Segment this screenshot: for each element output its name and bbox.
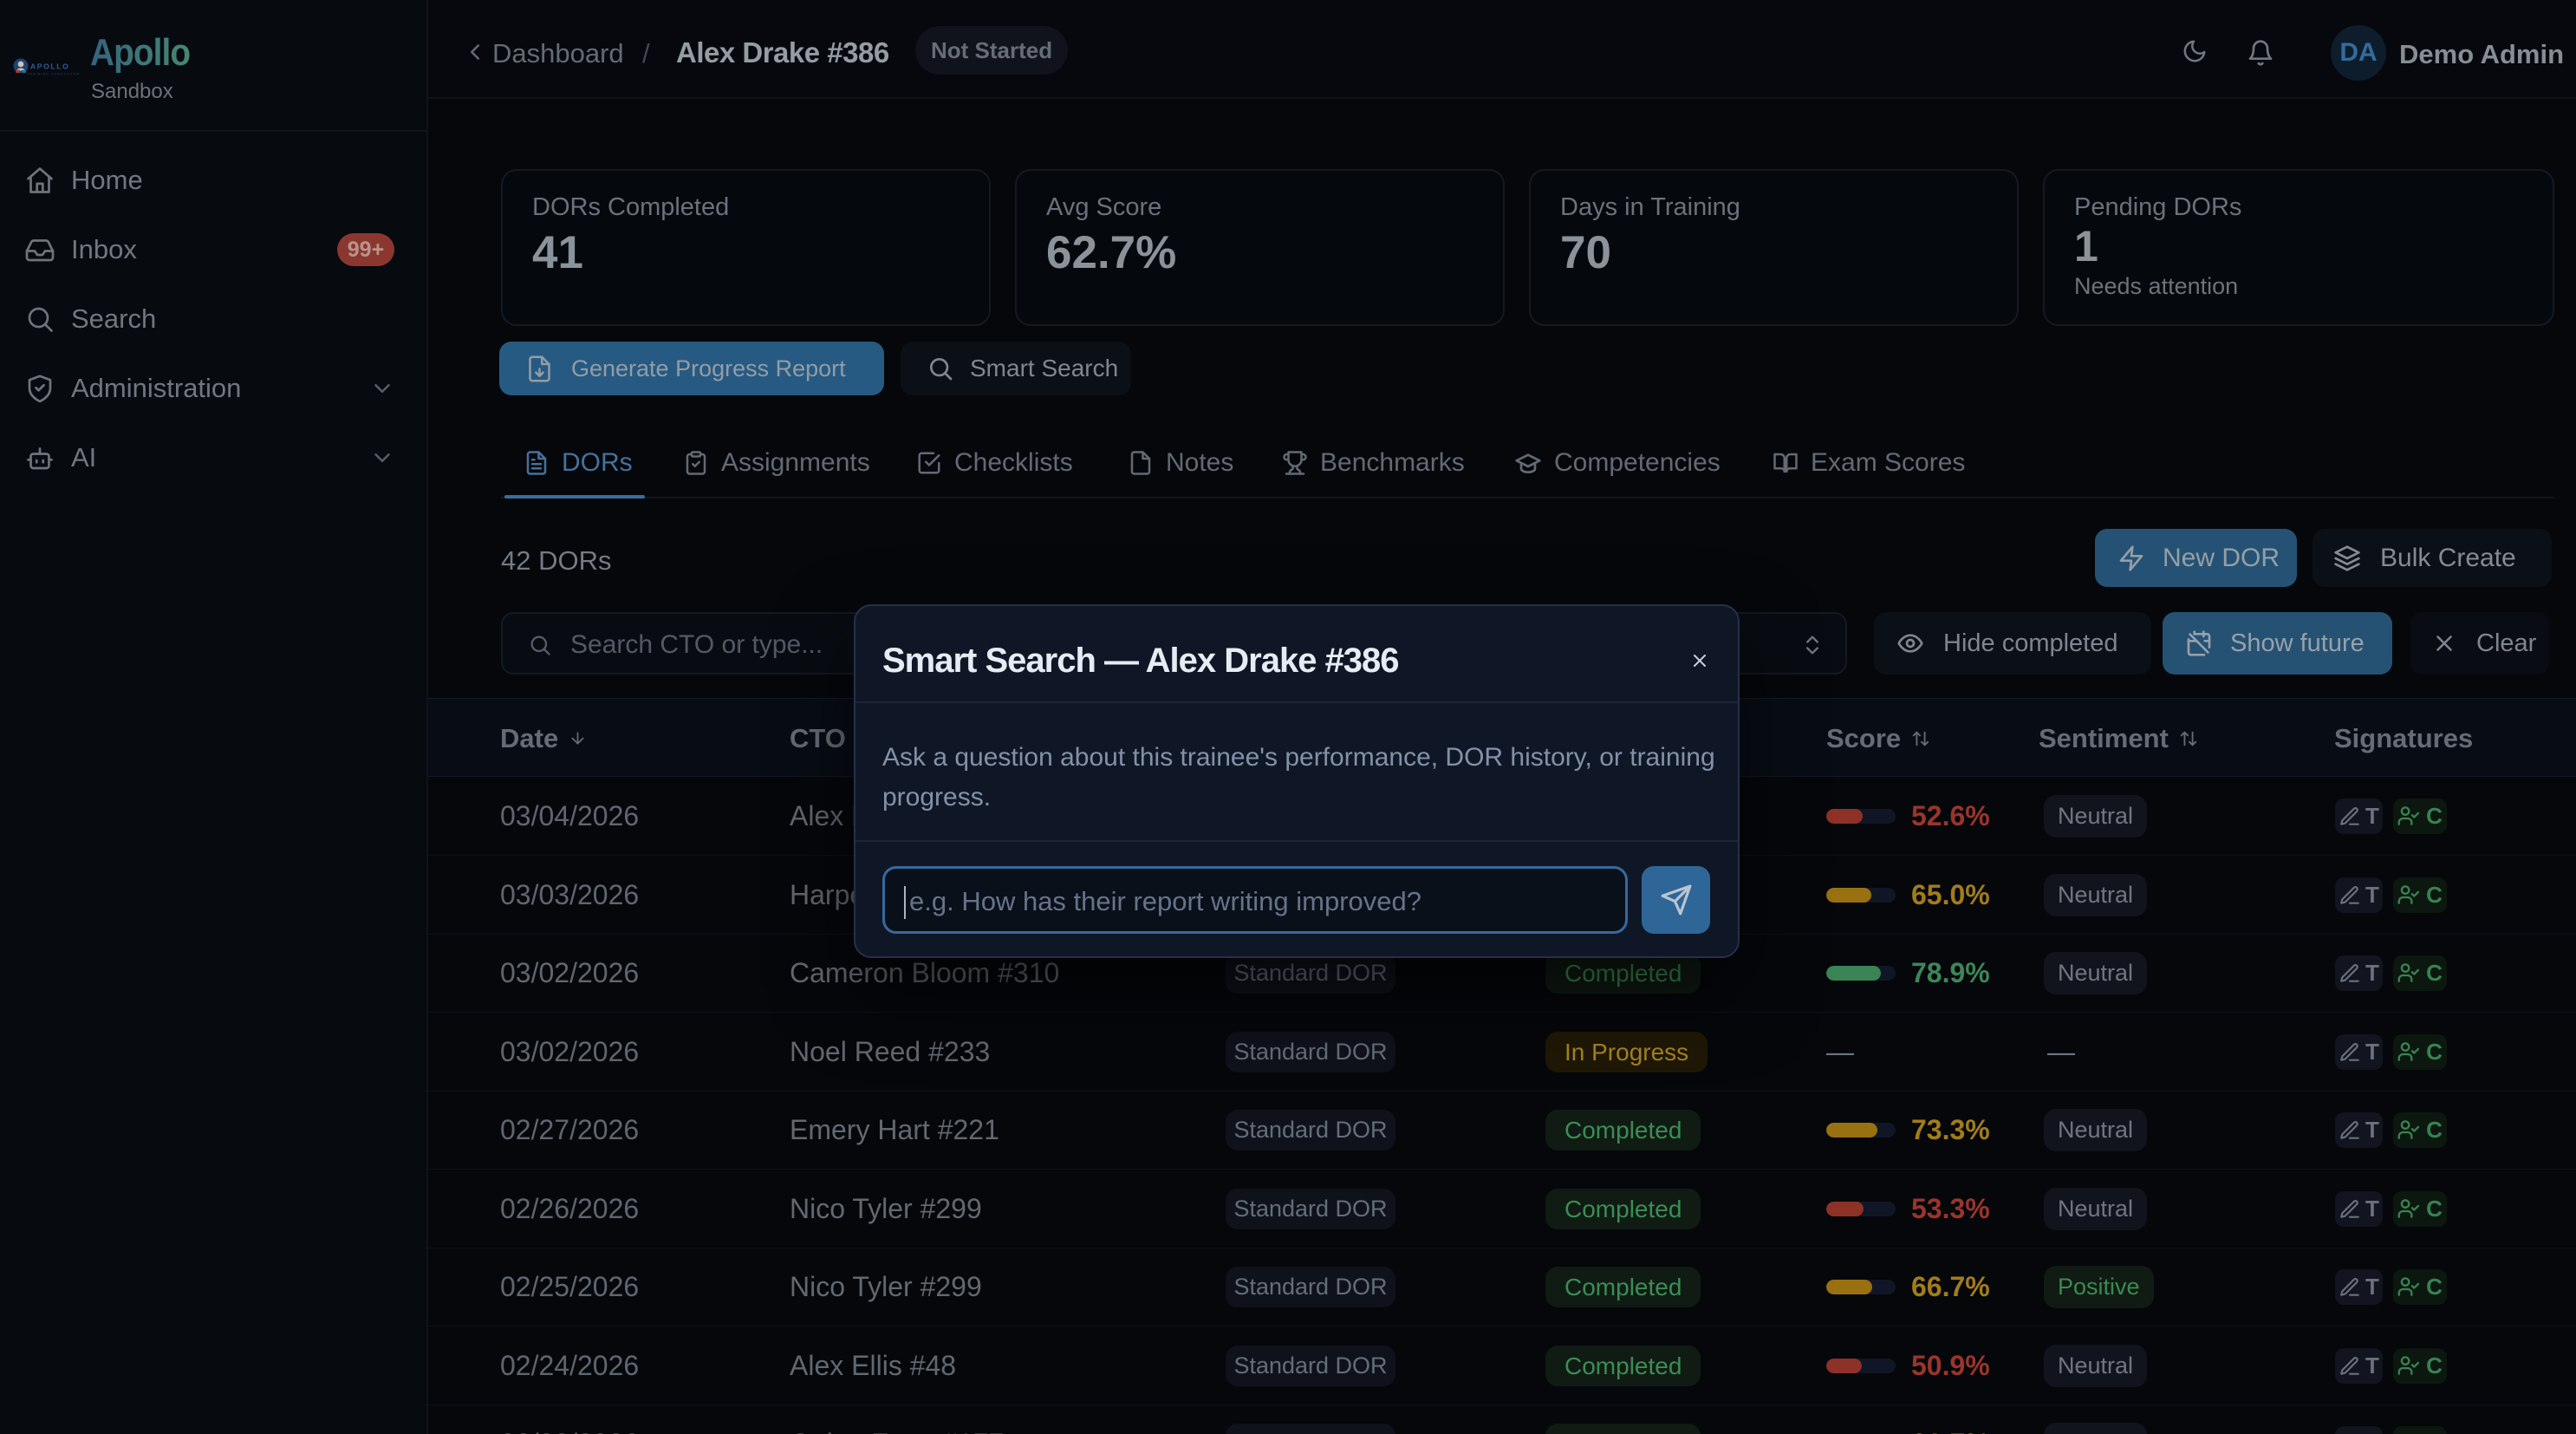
svg-text:TRAINING CONDUCTOR: TRAINING CONDUCTOR <box>27 73 80 76</box>
svg-text:APOLLO: APOLLO <box>30 62 69 71</box>
